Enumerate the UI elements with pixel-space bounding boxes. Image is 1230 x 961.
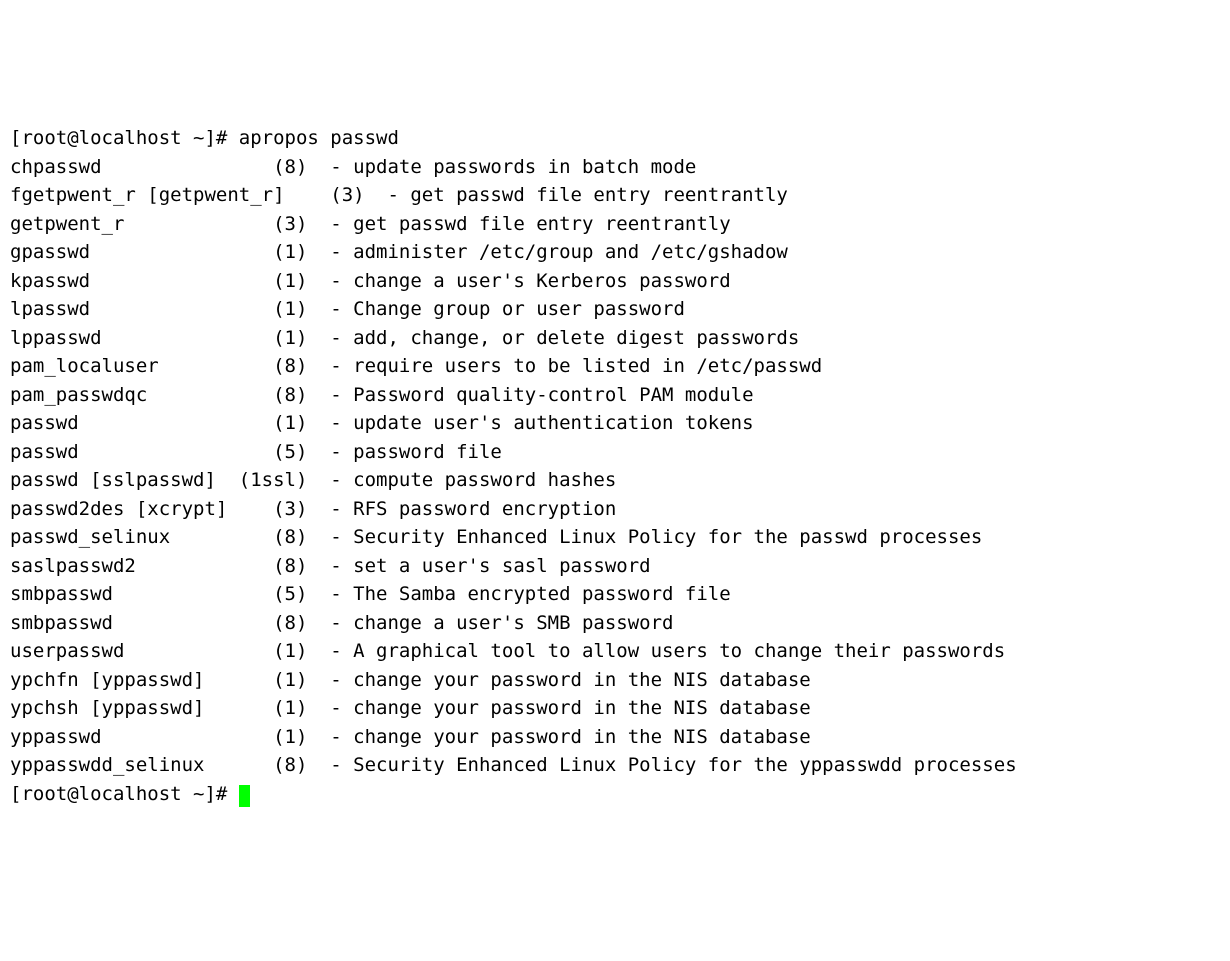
terminal-output[interactable]: [root@localhost ~]# apropos passwdchpass… xyxy=(10,124,1220,808)
apropos-entry: pam_passwdqc (8) - Password quality-cont… xyxy=(10,381,1220,410)
apropos-entry: ypchsh [yppasswd] (1) - change your pass… xyxy=(10,694,1220,723)
apropos-entry: smbpasswd (5) - The Samba encrypted pass… xyxy=(10,580,1220,609)
apropos-entry: userpasswd (1) - A graphical tool to all… xyxy=(10,637,1220,666)
apropos-entry: passwd2des [xcrypt] (3) - RFS password e… xyxy=(10,495,1220,524)
prompt-line: [root@localhost ~]# apropos passwd xyxy=(10,124,1220,153)
apropos-entry: passwd_selinux (8) - Security Enhanced L… xyxy=(10,523,1220,552)
apropos-entry: passwd [sslpasswd] (1ssl) - compute pass… xyxy=(10,466,1220,495)
apropos-entry: passwd (5) - password file xyxy=(10,438,1220,467)
apropos-entry: getpwent_r (3) - get passwd file entry r… xyxy=(10,210,1220,239)
apropos-entry: yppasswdd_selinux (8) - Security Enhance… xyxy=(10,751,1220,780)
apropos-entry: lpasswd (1) - Change group or user passw… xyxy=(10,295,1220,324)
apropos-entry: pam_localuser (8) - require users to be … xyxy=(10,352,1220,381)
apropos-entry: lppasswd (1) - add, change, or delete di… xyxy=(10,324,1220,353)
prompt-line: [root@localhost ~]# xyxy=(10,780,1220,809)
cursor-icon xyxy=(239,785,250,807)
apropos-entry: ypchfn [yppasswd] (1) - change your pass… xyxy=(10,666,1220,695)
apropos-entry: passwd (1) - update user's authenticatio… xyxy=(10,409,1220,438)
apropos-entry: fgetpwent_r [getpwent_r] (3) - get passw… xyxy=(10,181,1220,210)
apropos-entry: saslpasswd2 (8) - set a user's sasl pass… xyxy=(10,552,1220,581)
apropos-entry: kpasswd (1) - change a user's Kerberos p… xyxy=(10,267,1220,296)
apropos-entry: yppasswd (1) - change your password in t… xyxy=(10,723,1220,752)
apropos-entry: chpasswd (8) - update passwords in batch… xyxy=(10,153,1220,182)
apropos-entry: smbpasswd (8) - change a user's SMB pass… xyxy=(10,609,1220,638)
apropos-entry: gpasswd (1) - administer /etc/group and … xyxy=(10,238,1220,267)
